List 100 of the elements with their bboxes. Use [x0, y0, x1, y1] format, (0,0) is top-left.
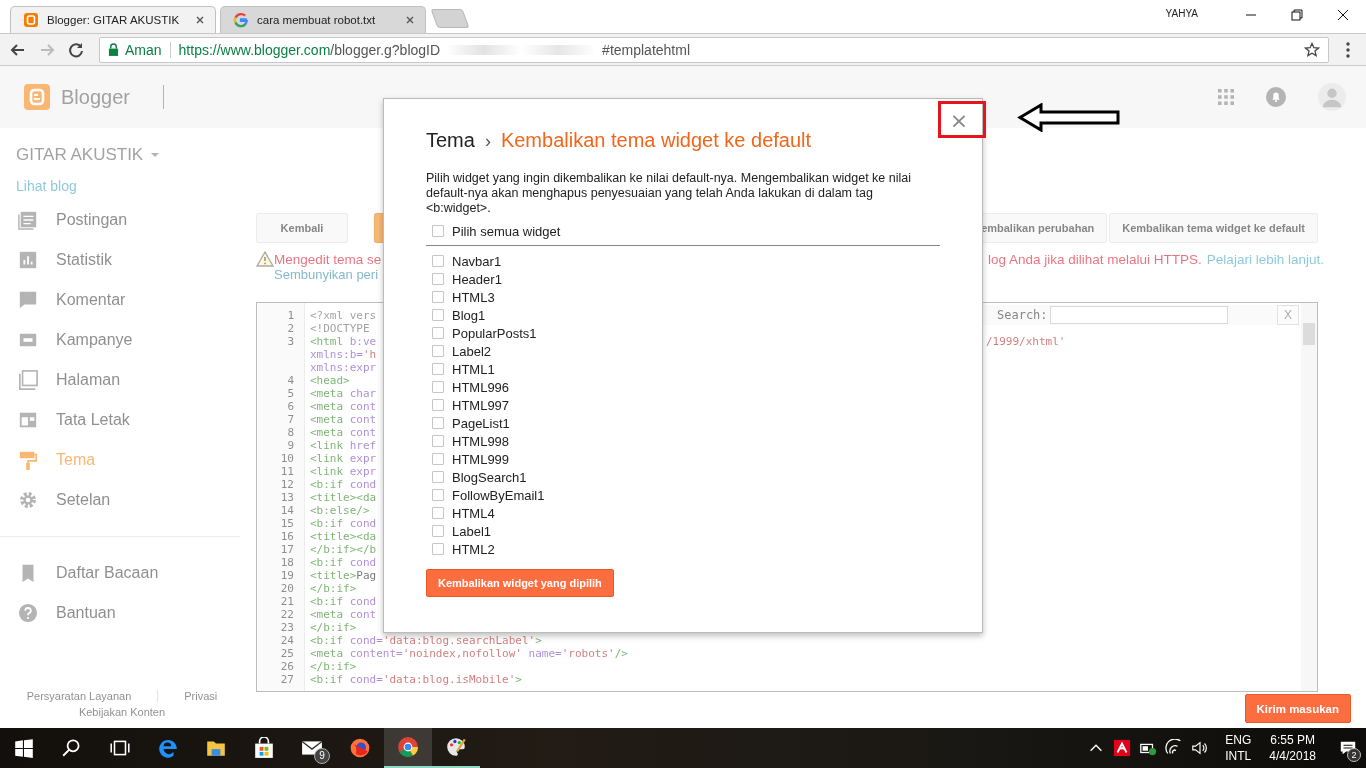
toolbar-button[interactable]: Kembali [256, 213, 348, 243]
checkbox-label[interactable]: BlogSearch1 [452, 469, 527, 485]
warning-icon [256, 251, 274, 267]
taskbar-button[interactable]: 9 [288, 728, 336, 768]
line-number: 12 [279, 478, 295, 491]
search-field[interactable] [1049, 306, 1228, 324]
code-line: <meta cont [310, 608, 377, 621]
checkbox-label[interactable]: HTML2 [452, 541, 495, 557]
address-bar[interactable]: Aman https://www.blogger.com/blogger.g?blogID #templatehtml [99, 36, 1329, 63]
checkbox[interactable] [432, 507, 444, 519]
taskbar-button[interactable] [384, 728, 432, 768]
checkbox-label[interactable]: PopularPosts1 [452, 325, 537, 341]
checkbox-label[interactable]: HTML1 [452, 361, 495, 377]
checkbox[interactable] [432, 435, 444, 447]
google-logo-icon [233, 12, 249, 28]
checkbox[interactable] [432, 471, 444, 483]
checkbox[interactable] [432, 291, 444, 303]
language-indicator[interactable]: ENG INTL [1225, 732, 1252, 764]
line-number: 22 [279, 608, 295, 621]
profile-name[interactable]: YAHYA [1165, 8, 1198, 19]
code-line: <b:if cond [310, 517, 377, 530]
code-line: <meta cont [310, 413, 377, 426]
checkbox[interactable] [432, 327, 444, 339]
code-line: <head> [310, 374, 350, 387]
code-line: <b:if cond [310, 556, 377, 569]
clock[interactable]: 6:55 PM 4/4/2018 [1269, 732, 1316, 764]
checkbox-label[interactable]: HTML4 [452, 505, 495, 521]
fox-globe-icon [349, 737, 371, 759]
code-line: </b:if></b [310, 543, 377, 556]
checkbox-label[interactable]: Label1 [452, 523, 492, 539]
dialog-title: Kembalikan tema widget ke default [500, 129, 812, 152]
checkbox[interactable] [432, 381, 444, 393]
checkbox[interactable] [432, 345, 444, 357]
close-icon[interactable] [195, 15, 205, 25]
settings-icon [18, 490, 38, 510]
url-text: https://www.blogger.com/blogger.g?blogID [178, 41, 441, 58]
line-number: 3 [286, 335, 295, 348]
paint-roller-icon [18, 450, 38, 470]
line-number: 15 [279, 517, 295, 530]
checkbox[interactable] [432, 273, 444, 285]
checkbox[interactable] [432, 225, 444, 237]
scrollbar[interactable] [1301, 303, 1317, 691]
checkbox[interactable] [432, 489, 444, 501]
line-number: 26 [279, 660, 295, 673]
checkbox-label[interactable]: HTML997 [452, 397, 510, 413]
checkbox-label[interactable]: HTML998 [452, 433, 510, 449]
checkbox-label[interactable]: Navbar1 [452, 253, 502, 269]
line-number: 8 [286, 426, 295, 439]
browser-tab[interactable]: Blogger: GITAR AKUSTIK [10, 6, 216, 33]
code-line: <!DOCTYPE [310, 322, 370, 335]
line-number: 16 [279, 530, 295, 543]
url-text: #templatehtml [602, 41, 691, 58]
apps-grid-icon[interactable] [1218, 89, 1234, 105]
code-line: <title><da [310, 530, 377, 543]
code-line: <link href [310, 439, 377, 452]
checkbox[interactable] [432, 417, 444, 429]
checkbox[interactable] [432, 255, 444, 267]
code-line: <?xml vers [310, 309, 377, 322]
security-label: Aman [125, 41, 162, 58]
scrollbar-thumb[interactable] [1303, 323, 1315, 345]
code-line: <meta cont [310, 426, 377, 439]
checkbox-label[interactable]: HTML999 [452, 451, 510, 467]
count-badge: 2 [1347, 748, 1361, 762]
warning-text: log Anda jika dilihat melalui HTTPS. [988, 251, 1202, 267]
line-number: 1 [286, 309, 295, 322]
line-number: 23 [279, 621, 295, 634]
checkbox[interactable] [432, 543, 444, 555]
checkbox-label[interactable]: Label2 [452, 343, 492, 359]
close-button[interactable]: × [946, 108, 972, 134]
comment-icon [18, 290, 38, 310]
checkbox-label[interactable]: PageList1 [452, 415, 510, 431]
checkbox-label[interactable]: Pilih semua widget [452, 223, 561, 239]
palette-icon [445, 736, 467, 758]
shield-badge-icon[interactable] [1113, 739, 1132, 757]
checkbox-label[interactable]: HTML3 [452, 289, 495, 305]
checkbox[interactable] [432, 363, 444, 375]
blogger-logo-icon[interactable] [24, 84, 50, 110]
close-icon[interactable] [405, 15, 415, 25]
bell-icon[interactable] [1266, 87, 1286, 107]
checkbox-label[interactable]: HTML996 [452, 379, 510, 395]
checkbox[interactable] [432, 453, 444, 465]
checkbox-label[interactable]: Blog1 [452, 307, 486, 323]
toolbar-button[interactable]: Kembalikan tema widget ke default [1109, 213, 1318, 243]
pages-icon [18, 370, 38, 390]
browser-tab[interactable]: cara membuat robot.txt [220, 6, 426, 33]
code-line: <link expr [310, 465, 377, 478]
line-number: 24 [279, 634, 295, 647]
avatar-icon[interactable] [1318, 83, 1346, 111]
volume-icon[interactable] [1191, 739, 1210, 757]
wifi-icon[interactable] [1165, 739, 1184, 757]
line-number: 10 [279, 452, 295, 465]
checkbox-label[interactable]: FollowByEmail1 [452, 487, 545, 503]
checkbox[interactable] [432, 399, 444, 411]
line-number: 6 [286, 400, 295, 413]
checkbox-label[interactable]: Header1 [452, 271, 502, 287]
checkbox[interactable] [432, 309, 444, 321]
list-icon [18, 210, 38, 230]
checkbox[interactable] [432, 525, 444, 537]
breadcrumb-link[interactable]: Tema [426, 129, 475, 152]
star-icon[interactable] [1304, 41, 1320, 58]
